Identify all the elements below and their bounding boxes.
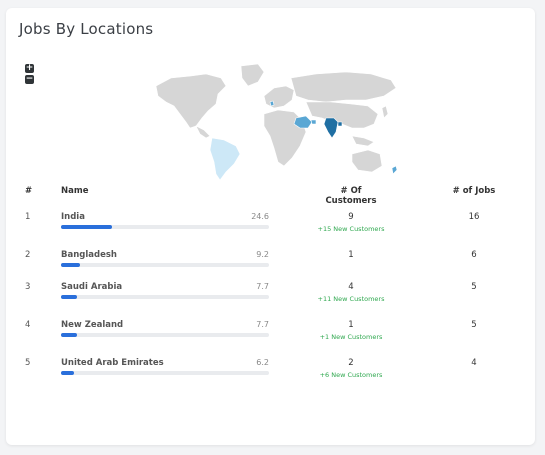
row-percent: 7.7 [256,320,269,329]
map-australia [351,149,383,173]
row-country-name: India [61,212,85,222]
map-north-america [155,73,227,129]
row-jobs: 6 [471,250,477,260]
map-new-zealand [391,165,398,175]
map-north-asia [290,71,397,103]
zoom-in-button[interactable]: + [25,64,34,73]
row-progress-track [61,295,269,299]
table-row: 1 India 24.6 9 +15 New Customers 16 [6,212,535,252]
row-country-name: Saudi Arabia [61,282,123,292]
row-jobs: 5 [471,320,477,330]
row-jobs: 16 [468,212,480,222]
map-japan [381,105,389,119]
row-new-customers: +11 New Customers [317,295,385,303]
row-country-name: United Arab Emirates [61,358,164,368]
row-progress-fill [61,371,74,375]
header-jobs: # of Jobs [452,186,496,196]
map-europe [263,85,295,109]
zoom-out-button[interactable]: − [25,75,34,84]
world-map[interactable] [146,56,406,186]
map-uae [310,119,317,125]
row-rank: 2 [25,250,31,260]
row-progress-fill [61,225,113,229]
row-country-name: Bangladesh [61,250,117,260]
table-row: 5 United Arab Emirates 6.2 2 +6 New Cust… [6,358,535,398]
row-percent: 6.2 [256,358,269,367]
card-title: Jobs By Locations [19,20,154,38]
row-progress-fill [61,263,81,267]
row-new-customers: +6 New Customers [319,371,383,379]
table-row: 4 New Zealand 7.7 1 +1 New Customers 5 [6,320,535,360]
jobs-by-locations-card: Jobs By Locations + − # Name # Of Custom… [6,8,535,445]
row-rank: 4 [25,320,31,330]
row-jobs: 5 [471,282,477,292]
row-customers: 2 [348,358,354,368]
map-bangladesh [337,121,343,127]
map-india [323,117,339,139]
row-customers: 4 [348,282,354,292]
row-progress-fill [61,333,78,337]
row-percent: 24.6 [251,212,269,221]
row-customers: 1 [348,320,354,330]
map-greenland [240,63,265,87]
row-progress-fill [61,295,78,299]
row-percent: 7.7 [256,282,269,291]
row-country-name: New Zealand [61,320,124,330]
row-percent: 9.2 [256,250,269,259]
row-customers: 9 [348,212,354,222]
row-rank: 1 [25,212,31,222]
row-progress-track [61,371,269,375]
header-customers: # Of Customers [325,186,377,206]
row-customers: 1 [348,250,354,260]
row-jobs: 4 [471,358,477,368]
row-progress-track [61,225,269,229]
row-rank: 5 [25,358,31,368]
map-central-america [195,125,211,139]
row-rank: 3 [25,282,31,292]
map-small-island [269,100,275,107]
table-row: 3 Saudi Arabia 7.7 4 +11 New Customers 5 [6,282,535,322]
row-new-customers: +1 New Customers [319,333,383,341]
row-progress-track [61,333,269,337]
header-rank: # [25,186,33,196]
row-new-customers: +15 New Customers [317,225,385,233]
map-se-asia [351,135,375,147]
row-progress-track [61,263,269,267]
map-south-america [209,137,241,181]
header-name: Name [61,186,89,196]
